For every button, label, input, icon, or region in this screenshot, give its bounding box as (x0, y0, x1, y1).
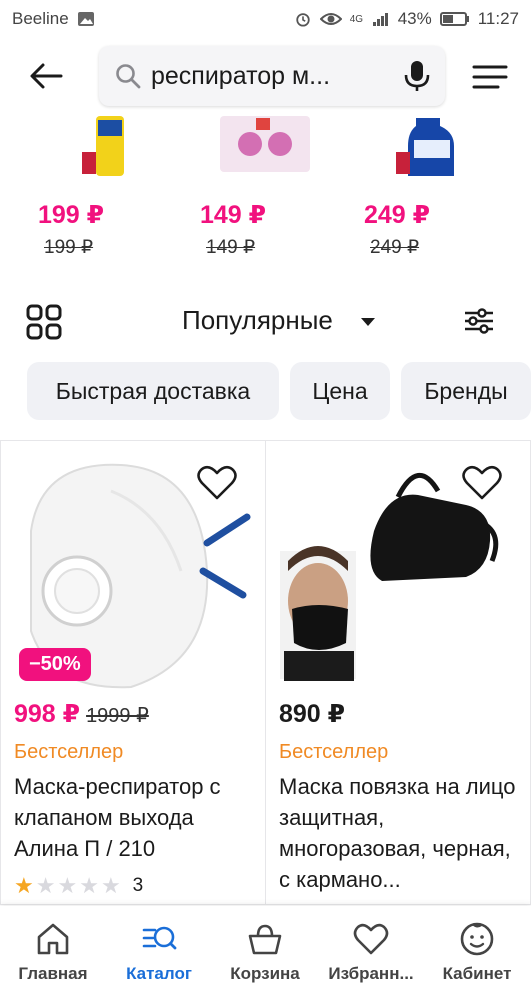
chip-brands[interactable]: Бренды (401, 362, 531, 420)
price: 890 ₽ (279, 700, 346, 728)
search-input[interactable]: респиратор м... (151, 62, 381, 91)
star-icon: ★ (57, 873, 78, 898)
chip-price[interactable]: Цена (290, 362, 390, 420)
price: 998 ₽ (14, 700, 81, 728)
filter-sliders-icon[interactable] (462, 304, 496, 338)
product-title: Маска-респиратор с клапаном выхода Алина… (14, 774, 221, 861)
battery-icon (439, 12, 469, 26)
profile-icon (460, 922, 494, 956)
product-title: Маска повязка на лицо защитная, многораз… (279, 774, 516, 892)
back-button[interactable] (26, 58, 66, 94)
carrier-label: Beeline (12, 9, 69, 28)
nav-label: Каталог (126, 964, 192, 983)
sort-toolbar: Популярные (0, 290, 531, 354)
chip-fast-delivery[interactable]: Быстрая доставка (27, 362, 279, 420)
strip-old-price: 149 ₽ (206, 237, 256, 258)
status-bar: Beeline 4G 43% 11:27 (0, 0, 531, 38)
old-price: 1999 ₽ (86, 705, 149, 727)
nav-favorites[interactable]: Избранн... (318, 906, 424, 1000)
sort-dropdown[interactable]: Популярные (182, 305, 333, 336)
clock: 11:27 (477, 9, 519, 28)
header: респиратор м... (0, 38, 531, 116)
basket-icon (248, 924, 282, 955)
heart-icon[interactable] (462, 465, 502, 501)
strip-old-price: 199 ₽ (44, 237, 94, 258)
grid-view-icon[interactable] (26, 304, 62, 340)
gallery-icon (77, 12, 94, 26)
search-icon (116, 64, 141, 89)
rating: ★ ★ ★ ★ ★ 3 (14, 873, 143, 899)
strip-product[interactable]: 249 ₽ 249 ₽ (364, 116, 504, 266)
product-image (82, 116, 124, 176)
battery-percent: 43% (397, 9, 432, 28)
recent-products-strip: 199 ₽ 199 ₽ 149 ₽ 149 ₽ 249 ₽ 249 ₽ (0, 116, 531, 266)
caret-down-icon[interactable] (361, 317, 375, 327)
heart-icon (353, 923, 389, 955)
price-row: 890 ₽ (279, 699, 345, 729)
filter-chips: Быстрая доставка Цена Бренды (0, 362, 531, 420)
strip-price: 199 ₽ (38, 201, 105, 229)
search-bar[interactable]: респиратор м... (99, 46, 445, 106)
strip-product[interactable]: 199 ₽ 199 ₽ (36, 116, 176, 266)
product-image (220, 116, 310, 172)
product-card[interactable]: 890 ₽ Бестселлер Маска повязка на лицо з… (265, 440, 531, 905)
product-card[interactable]: −50% 998 ₽ 1999 ₽ Бестселлер Маска-респи… (0, 440, 266, 905)
strip-old-price: 249 ₽ (370, 237, 420, 258)
nav-label: Корзина (230, 964, 300, 983)
catalog-search-icon (142, 926, 177, 950)
eye-icon (319, 13, 342, 25)
bestseller-badge: Бестселлер (279, 741, 389, 763)
strip-product[interactable]: 149 ₽ 149 ₽ (200, 116, 340, 266)
heart-icon[interactable] (197, 465, 237, 501)
menu-icon[interactable] (470, 62, 510, 92)
nav-catalog[interactable]: Каталог (106, 906, 212, 1000)
star-icon: ★ (100, 873, 121, 898)
discount-badge: −50% (19, 648, 91, 681)
product-grid: −50% 998 ₽ 1999 ₽ Бестселлер Маска-респи… (0, 440, 531, 905)
nav-label: Избранн... (328, 964, 414, 983)
microphone-icon[interactable] (403, 60, 431, 92)
alarm-icon (296, 13, 310, 27)
bestseller-badge: Бестселлер (14, 741, 124, 763)
arrow-left-icon (30, 63, 63, 89)
price-row: 998 ₽ 1999 ₽ (14, 699, 149, 729)
star-icon: ★ (35, 873, 56, 898)
nav-label: Кабинет (442, 964, 512, 983)
nav-profile[interactable]: Кабинет (424, 906, 530, 1000)
rating-count: 3 (132, 875, 144, 896)
bottom-navigation: Главная Каталог Корзина Избранн... Кабин… (0, 906, 531, 1000)
nav-cart[interactable]: Корзина (212, 906, 318, 1000)
nav-label: Главная (18, 964, 88, 983)
network-type: 4G (349, 13, 364, 25)
signal-icon (372, 13, 388, 26)
strip-price: 249 ₽ (364, 201, 431, 229)
nav-home[interactable]: Главная (0, 906, 106, 1000)
home-icon (37, 923, 69, 955)
strip-price: 149 ₽ (200, 201, 267, 229)
star-icon: ★ (14, 873, 34, 898)
product-image (396, 118, 454, 176)
star-icon: ★ (79, 873, 99, 898)
